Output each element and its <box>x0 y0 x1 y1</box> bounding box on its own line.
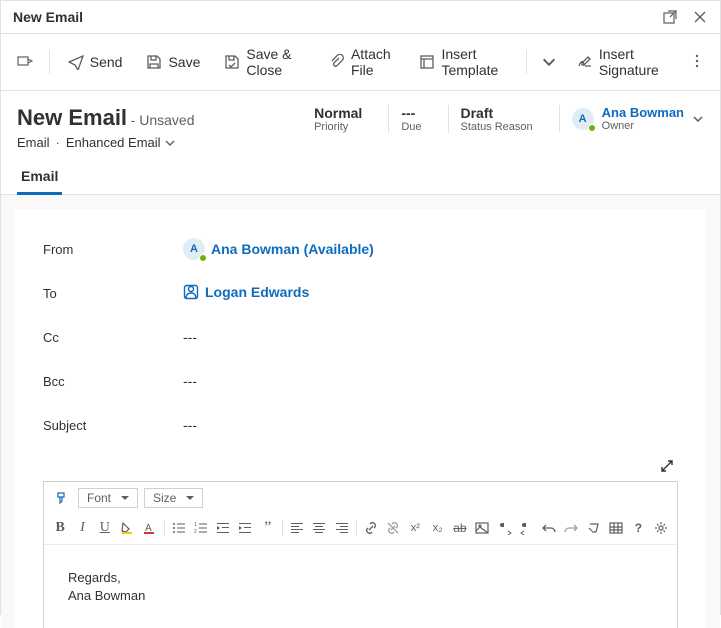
align-left-button[interactable] <box>289 518 305 538</box>
italic-button[interactable]: I <box>74 518 90 538</box>
bold-button[interactable]: B <box>52 518 68 538</box>
popout-icon[interactable] <box>662 9 678 25</box>
subject-field[interactable]: --- <box>183 417 678 433</box>
rich-text-editor: Font Size B I U A 12 ” <box>43 481 678 628</box>
insert-signature-button[interactable]: Insert Signature <box>567 40 678 84</box>
ltr-button[interactable] <box>496 518 512 538</box>
subject-label: Subject <box>43 418 183 433</box>
redo-button[interactable] <box>563 518 579 538</box>
send-button[interactable]: Send <box>58 48 133 76</box>
undo-button[interactable] <box>541 518 557 538</box>
indent-button[interactable] <box>237 518 253 538</box>
record-state: - Unsaved <box>131 112 195 128</box>
owner-avatar: A <box>572 108 594 130</box>
save-close-button[interactable]: Save & Close <box>214 40 315 84</box>
insert-template-dropdown[interactable] <box>535 48 563 76</box>
record-title: New Email <box>17 105 127 130</box>
from-value: Ana Bowman (Available) <box>211 241 374 257</box>
to-lookup[interactable]: Logan Edwards <box>183 284 309 300</box>
font-selector[interactable]: Font <box>78 488 138 508</box>
attach-file-label: Attach File <box>351 46 396 78</box>
tab-email[interactable]: Email <box>17 160 62 194</box>
svg-text:2: 2 <box>194 529 197 535</box>
link-button[interactable] <box>363 518 379 538</box>
editor-body[interactable]: Regards, Ana Bowman <box>44 545 677 628</box>
bcc-field[interactable]: --- <box>183 373 678 389</box>
insert-template-button[interactable]: Insert Template <box>409 40 518 84</box>
insert-signature-label: Insert Signature <box>599 46 668 78</box>
owner-avatar-initial: A <box>579 113 587 125</box>
status-reason-value: Draft <box>461 105 533 121</box>
due-label: Due <box>401 121 421 133</box>
save-button[interactable]: Save <box>136 48 210 76</box>
attach-file-button[interactable]: Attach File <box>319 40 406 84</box>
task-flow-icon[interactable] <box>9 47 41 78</box>
window-title: New Email <box>13 9 83 25</box>
image-button[interactable] <box>474 518 490 538</box>
numbered-list-button[interactable]: 12 <box>193 518 209 538</box>
from-lookup[interactable]: A Ana Bowman (Available) <box>183 238 374 260</box>
presence-indicator <box>588 124 596 132</box>
cc-field[interactable]: --- <box>183 329 678 345</box>
from-label: From <box>43 242 183 257</box>
align-right-button[interactable] <box>333 518 349 538</box>
settings-icon[interactable] <box>653 518 669 538</box>
save-close-label: Save & Close <box>246 46 305 78</box>
toolbar-separator <box>526 50 527 74</box>
expand-editor-icon[interactable] <box>43 447 678 481</box>
subscript-button[interactable]: x₂ <box>429 518 445 538</box>
save-label: Save <box>168 54 200 70</box>
entity-name: Email <box>17 135 50 150</box>
owner-lookup[interactable]: A Ana Bowman Owner <box>559 105 704 132</box>
close-icon[interactable] <box>692 9 708 25</box>
contact-icon <box>183 284 199 300</box>
help-icon[interactable]: ? <box>630 518 646 538</box>
outdent-button[interactable] <box>215 518 231 538</box>
to-label: To <box>43 286 183 301</box>
form-selector[interactable]: Enhanced Email <box>66 135 175 150</box>
priority-label: Priority <box>314 121 362 133</box>
overflow-menu-icon[interactable] <box>682 48 712 77</box>
to-value: Logan Edwards <box>205 284 309 300</box>
status-reason-label: Status Reason <box>461 121 533 133</box>
bullet-list-button[interactable] <box>170 518 186 538</box>
clear-format-button[interactable] <box>586 518 602 538</box>
owner-label: Owner <box>602 120 684 132</box>
unlink-button[interactable] <box>385 518 401 538</box>
blockquote-button[interactable]: ” <box>260 518 276 538</box>
form-name: Enhanced Email <box>66 135 161 150</box>
owner-name: Ana Bowman <box>602 105 684 120</box>
send-label: Send <box>90 54 123 70</box>
insert-template-label: Insert Template <box>441 46 508 78</box>
align-center-button[interactable] <box>311 518 327 538</box>
size-selector[interactable]: Size <box>144 488 203 508</box>
svg-text:1: 1 <box>194 522 197 528</box>
underline-button[interactable]: U <box>97 518 113 538</box>
table-button[interactable] <box>608 518 624 538</box>
due-value: --- <box>401 105 421 121</box>
font-color-button[interactable]: A <box>141 518 157 538</box>
format-painter-icon[interactable] <box>52 488 72 508</box>
cc-label: Cc <box>43 330 183 345</box>
priority-value: Normal <box>314 105 362 121</box>
presence-indicator <box>199 254 207 262</box>
rtl-button[interactable] <box>519 518 535 538</box>
toolbar-separator <box>49 50 50 74</box>
bcc-label: Bcc <box>43 374 183 389</box>
highlight-button[interactable] <box>119 518 135 538</box>
chevron-down-icon <box>692 113 704 125</box>
from-avatar-initial: A <box>190 243 198 255</box>
from-avatar: A <box>183 238 205 260</box>
strikethrough-button[interactable]: ab <box>452 518 468 538</box>
breadcrumb-separator: · <box>56 135 60 150</box>
superscript-button[interactable]: x² <box>407 518 423 538</box>
